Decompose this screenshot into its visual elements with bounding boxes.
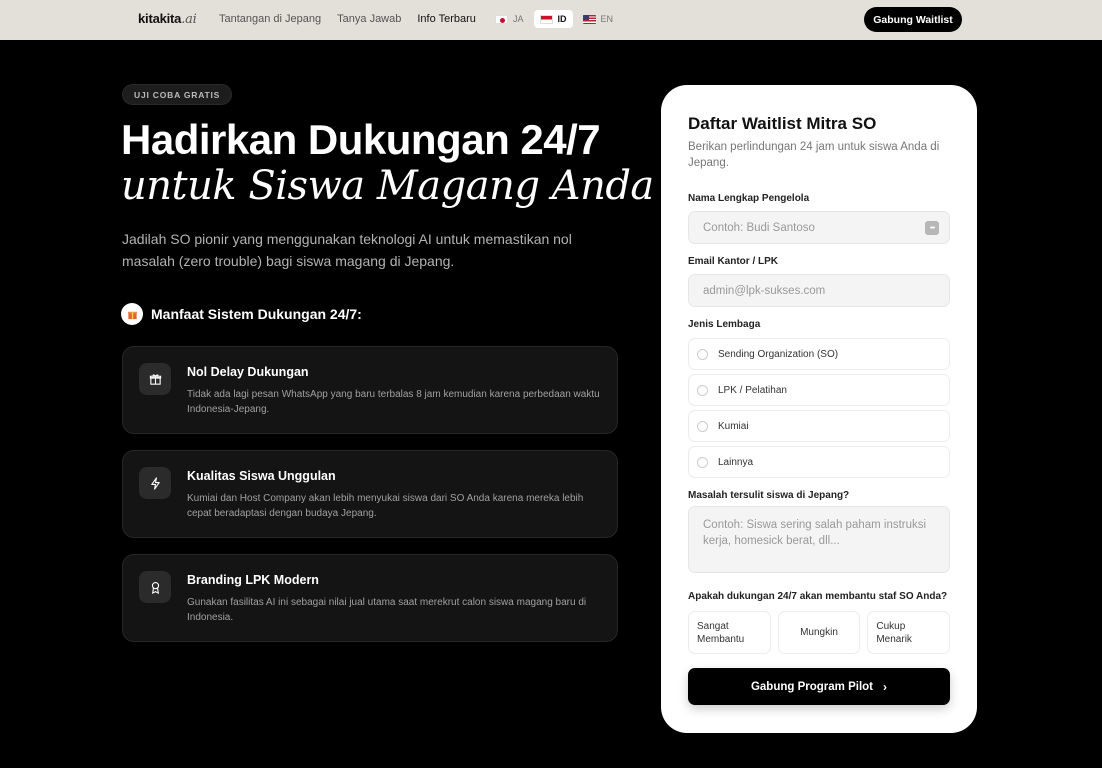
email-input[interactable]: admin@lpk-sukses.com xyxy=(688,274,950,307)
radio-option-other[interactable]: Lainnya xyxy=(688,446,950,478)
lang-option-id[interactable]: ID xyxy=(533,10,573,28)
problem-label: Masalah tersulit siswa di Jepang? xyxy=(688,490,850,501)
radio-label: Kumiai xyxy=(718,420,749,432)
option-sangat-membantu[interactable]: Sangat Membantu xyxy=(688,611,771,654)
hero-title: Hadirkan Dukungan 24/7 xyxy=(121,116,601,163)
chevron-right-icon: › xyxy=(883,679,888,694)
hero-title-italic: untuk Siswa Magang Anda xyxy=(121,163,654,209)
card-desc: Gunakan fasilitas AI ini sebagai nilai j… xyxy=(187,597,587,623)
option-mungkin[interactable]: Mungkin xyxy=(777,611,861,654)
lang-label: ID xyxy=(557,14,567,24)
name-label: Nama Lengkap Pengelola xyxy=(688,193,810,204)
radio-label: LPK / Pelatihan xyxy=(718,384,787,396)
option-cukup-menarik[interactable]: Cukup Menarik xyxy=(867,611,951,654)
free-trial-badge: UJI COBA GRATIS xyxy=(122,84,233,105)
nav-link-info-terbaru[interactable]: Info Terbaru xyxy=(417,13,476,25)
join-waitlist-button[interactable]: Gabung Waitlist xyxy=(864,7,962,32)
logo-text: kitakita xyxy=(138,11,182,26)
radio-option-kumiai[interactable]: Kumiai xyxy=(688,410,950,442)
award-icon xyxy=(139,571,171,603)
nav-link-tantangan[interactable]: Tantangan di Jepang xyxy=(219,13,321,25)
card-title: Kualitas Siswa Unggulan xyxy=(187,469,336,483)
benefit-card-quality: Kualitas Siswa Unggulan Kumiai dan Host … xyxy=(122,450,618,538)
logo[interactable]: kitakita.ai xyxy=(138,11,197,27)
waitlist-form: Daftar Waitlist Mitra SO Berikan perlind… xyxy=(661,85,977,733)
gift-icon xyxy=(121,303,143,325)
help-options: Sangat Membantu Mungkin Cukup Menarik xyxy=(688,611,951,654)
radio-circle[interactable] xyxy=(697,456,708,468)
radio-circle[interactable] xyxy=(697,420,708,432)
name-input[interactable]: Contoh: Budi Santoso ••• xyxy=(688,211,950,244)
radio-label: Sending Organization (SO) xyxy=(718,348,839,360)
indonesia-flag-icon xyxy=(539,14,553,24)
join-pilot-button[interactable]: Gabung Program Pilot › xyxy=(688,668,950,705)
benefit-card-branding: Branding LPK Modern Gunakan fasilitas AI… xyxy=(122,554,618,642)
card-title: Nol Delay Dukungan xyxy=(187,365,309,379)
radio-label: Lainnya xyxy=(718,456,754,468)
gift-icon xyxy=(139,363,171,395)
help-question-label: Apakah dukungan 24/7 akan membantu staf … xyxy=(688,591,948,602)
email-label: Email Kantor / LPK xyxy=(688,256,779,267)
autofill-dots-icon[interactable]: ••• xyxy=(925,221,939,235)
top-navbar: kitakita.ai Tantangan di Jepang Tanya Ja… xyxy=(0,0,1102,40)
institution-type-label: Jenis Lembaga xyxy=(688,319,761,330)
benefit-card-zero-delay: Nol Delay Dukungan Tidak ada lagi pesan … xyxy=(122,346,618,434)
radio-circle[interactable] xyxy=(697,384,708,396)
nav-links: Tantangan di Jepang Tanya Jawab Info Ter… xyxy=(219,13,492,25)
usa-flag-icon xyxy=(582,14,596,24)
submit-label: Gabung Program Pilot xyxy=(750,680,874,693)
form-title: Daftar Waitlist Mitra SO xyxy=(688,114,877,133)
card-desc: Kumiai dan Host Company akan lebih menyu… xyxy=(187,493,584,519)
problem-placeholder: Contoh: Siswa sering salah paham instruk… xyxy=(703,519,927,547)
japan-flag-icon xyxy=(495,14,508,24)
nav-link-tanya-jawab[interactable]: Tanya Jawab xyxy=(337,13,401,25)
radio-circle[interactable] xyxy=(697,348,708,360)
benefits-title: Manfaat Sistem Dukungan 24/7: xyxy=(151,306,362,322)
lang-label: EN xyxy=(600,14,614,24)
radio-option-lpk[interactable]: LPK / Pelatihan xyxy=(688,374,950,406)
email-placeholder: admin@lpk-sukses.com xyxy=(703,284,826,297)
logo-suffix: .ai xyxy=(181,12,197,27)
card-desc: Tidak ada lagi pesan WhatsApp yang baru … xyxy=(187,389,600,415)
hero-lead: Jadilah SO pionir yang menggunakan tekno… xyxy=(122,231,572,269)
benefits-heading: Manfaat Sistem Dukungan 24/7: xyxy=(121,303,362,325)
radio-option-so[interactable]: Sending Organization (SO) xyxy=(688,338,950,370)
language-switcher: JA ID EN xyxy=(489,10,619,28)
card-title: Branding LPK Modern xyxy=(187,573,319,587)
lightning-icon xyxy=(139,467,171,499)
lang-option-en[interactable]: EN xyxy=(577,10,620,28)
name-placeholder: Contoh: Budi Santoso xyxy=(703,221,815,234)
lang-label: JA xyxy=(513,14,524,24)
lang-option-ja[interactable]: JA xyxy=(489,10,530,28)
problem-textarea[interactable]: Contoh: Siswa sering salah paham instruk… xyxy=(688,506,950,573)
form-subtitle: Berikan perlindungan 24 jam untuk siswa … xyxy=(688,141,940,169)
